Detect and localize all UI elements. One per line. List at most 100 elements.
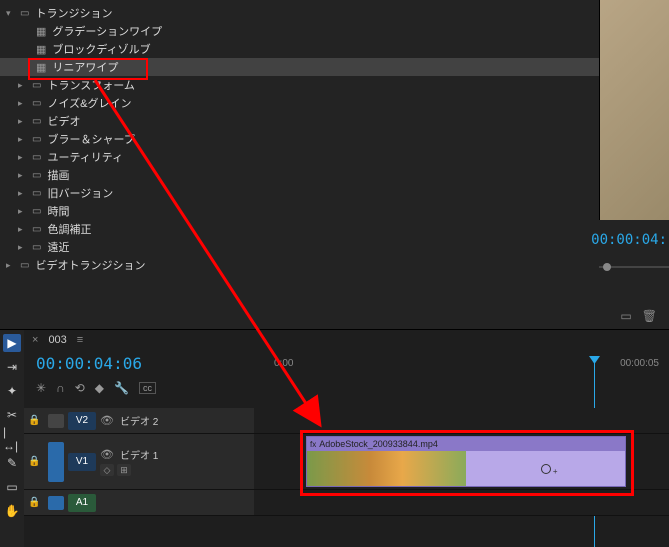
hand-tool[interactable]: ✋ <box>3 502 21 520</box>
tree-folder[interactable]: ▸ ▭ ユーティリティ <box>0 148 669 166</box>
tree-label: 遠近 <box>47 239 663 255</box>
selection-tool[interactable]: ▶ <box>3 334 21 352</box>
cc-icon[interactable]: cc <box>139 382 156 394</box>
tree-folder[interactable]: ▸ ▭ 色調補正 <box>0 220 669 238</box>
track-source-toggle[interactable] <box>48 414 64 428</box>
markers-icon[interactable]: ◆ <box>95 381 104 395</box>
effect-icon: ▦ <box>36 25 46 38</box>
folder-icon: ▭ <box>32 188 41 199</box>
track-lane-v2[interactable] <box>254 408 669 434</box>
effect-item[interactable]: ▦ グラデーションワイプ ▦ <box>0 22 669 40</box>
track-headers: 🔒 V2 👁 ビデオ 2 🔒 V1 👁 ビデオ 1 ◇ ⊞ <box>24 408 254 516</box>
new-bin-icon[interactable]: ▭ <box>620 309 631 323</box>
track-name: ビデオ 1 <box>120 447 250 462</box>
slip-tool[interactable]: |↔| <box>3 430 21 448</box>
track-lane-a1[interactable] <box>254 490 669 516</box>
folder-icon: ▭ <box>32 116 41 127</box>
chevron-right-icon: ▸ <box>18 152 30 163</box>
time-ruler[interactable]: 0:00 00:00:05 <box>254 358 669 378</box>
ruler-tick: 00:00:05 <box>620 358 659 369</box>
tree-folder-root[interactable]: ▾ ▭ トランジション <box>0 4 669 22</box>
ripple-edit-tool[interactable]: ✦ <box>3 382 21 400</box>
chevron-right-icon: ▸ <box>18 206 30 217</box>
folder-icon: ▭ <box>32 152 41 163</box>
chevron-right-icon: ▸ <box>6 260 18 271</box>
tree-label: ブロックディゾルブ <box>52 41 623 57</box>
track-lane-v1[interactable]: fx AdobeStock_200933844.mp4 <box>254 434 669 490</box>
tree-folder[interactable]: ▸ ▭ 時間 <box>0 202 669 220</box>
keyframe-icon[interactable]: ◇ <box>100 464 114 476</box>
pen-tool[interactable]: ✎ <box>3 454 21 472</box>
tree-label: 色調補正 <box>47 221 663 237</box>
chevron-right-icon: ▸ <box>18 224 30 235</box>
effect-item[interactable]: ▦ ブロックディゾルブ ▦ <box>0 40 669 58</box>
folder-icon: ▭ <box>32 170 41 181</box>
track-header-v2[interactable]: 🔒 V2 👁 ビデオ 2 <box>24 408 254 434</box>
ruler-tick: 0:00 <box>274 358 293 369</box>
preview-slider[interactable] <box>599 260 669 268</box>
close-tab-icon[interactable]: × <box>32 334 38 346</box>
track-options-icon[interactable]: ⊞ <box>117 464 131 476</box>
timeline-toolbar: ✳ ∩ ⟲ ◆ 🔧 cc <box>24 377 669 399</box>
folder-icon: ▭ <box>20 260 29 271</box>
clip-thumbnail <box>307 451 466 486</box>
folder-icon: ▭ <box>32 98 41 109</box>
tree-label: 旧バージョン <box>47 185 663 201</box>
clip-effect-region[interactable] <box>466 451 625 486</box>
rectangle-tool[interactable]: ▭ <box>3 478 21 496</box>
track-header-a1[interactable]: 🔒 A1 <box>24 490 254 516</box>
eye-icon[interactable]: 👁 <box>100 414 116 427</box>
effect-center-marker[interactable] <box>541 464 551 474</box>
tree-label: ブラー＆シャープ <box>47 131 663 147</box>
tree-label: ビデオトランジション <box>35 257 663 273</box>
eye-icon[interactable]: 👁 <box>100 448 116 461</box>
track-source-toggle[interactable] <box>48 496 64 510</box>
effects-tree: ▾ ▭ トランジション ▦ グラデーションワイプ ▦ ▦ ブロックディゾルブ ▦… <box>0 0 669 278</box>
razor-tool[interactable]: ✂ <box>3 406 21 424</box>
chevron-right-icon: ▸ <box>18 80 30 91</box>
folder-icon: ▭ <box>32 206 41 217</box>
tab-menu-icon[interactable]: ≡ <box>77 334 83 346</box>
track-select-tool[interactable]: ⇥ <box>3 358 21 376</box>
folder-icon: ▭ <box>20 8 29 19</box>
tree-label: トランスフォーム <box>47 77 663 93</box>
track-name: ビデオ 2 <box>120 413 250 428</box>
track-tag[interactable]: V2 <box>68 412 96 430</box>
tree-folder[interactable]: ▸ ▭ 遠近 <box>0 238 669 256</box>
lock-icon[interactable]: 🔒 <box>28 497 44 508</box>
chevron-right-icon: ▸ <box>18 170 30 181</box>
lock-icon[interactable]: 🔒 <box>28 456 44 467</box>
tree-label: トランジション <box>35 5 663 21</box>
settings-icon[interactable]: 🔧 <box>114 381 129 395</box>
track-header-v1[interactable]: 🔒 V1 👁 ビデオ 1 ◇ ⊞ <box>24 434 254 490</box>
track-tag[interactable]: A1 <box>68 494 96 512</box>
track-tag[interactable]: V1 <box>68 453 96 471</box>
chevron-right-icon: ▸ <box>18 242 30 253</box>
effect-item-linear-wipe[interactable]: ▦ リニアワイプ ▦ <box>0 58 669 76</box>
tool-palette: ▶ ⇥ ✦ ✂ |↔| ✎ ▭ ✋ <box>0 330 24 547</box>
chevron-down-icon: ▾ <box>6 8 18 19</box>
track-source-toggle[interactable] <box>48 442 64 482</box>
preview-timecode[interactable]: 00:00:04: <box>591 232 667 248</box>
preview-monitor <box>599 0 669 220</box>
folder-icon: ▭ <box>32 224 41 235</box>
tree-folder-transitions[interactable]: ▸ ▭ ビデオトランジション <box>0 256 669 274</box>
tree-folder[interactable]: ▸ ▭ ブラー＆シャープ <box>0 130 669 148</box>
effect-icon: ▦ <box>36 61 46 74</box>
video-clip[interactable]: fx AdobeStock_200933844.mp4 <box>306 436 626 487</box>
tree-folder[interactable]: ▸ ▭ ビデオ <box>0 112 669 130</box>
lock-icon[interactable]: 🔒 <box>28 415 44 426</box>
tree-label: 描画 <box>47 167 663 183</box>
magnet-icon[interactable]: ∩ <box>56 381 65 395</box>
sequence-tab[interactable]: × 003 ≡ <box>24 330 669 350</box>
linked-selection-icon[interactable]: ⟲ <box>75 381 85 395</box>
effect-icon: ▦ <box>36 43 46 56</box>
tree-folder[interactable]: ▸ ▭ トランスフォーム <box>0 76 669 94</box>
tree-label: ユーティリティ <box>47 149 663 165</box>
tree-folder[interactable]: ▸ ▭ 旧バージョン <box>0 184 669 202</box>
tree-folder[interactable]: ▸ ▭ 描画 <box>0 166 669 184</box>
snap-icon[interactable]: ✳ <box>36 381 46 395</box>
tree-folder[interactable]: ▸ ▭ ノイズ&グレイン <box>0 94 669 112</box>
trash-icon[interactable]: 🗑 <box>642 309 657 323</box>
fx-badge-icon: fx <box>310 440 316 449</box>
